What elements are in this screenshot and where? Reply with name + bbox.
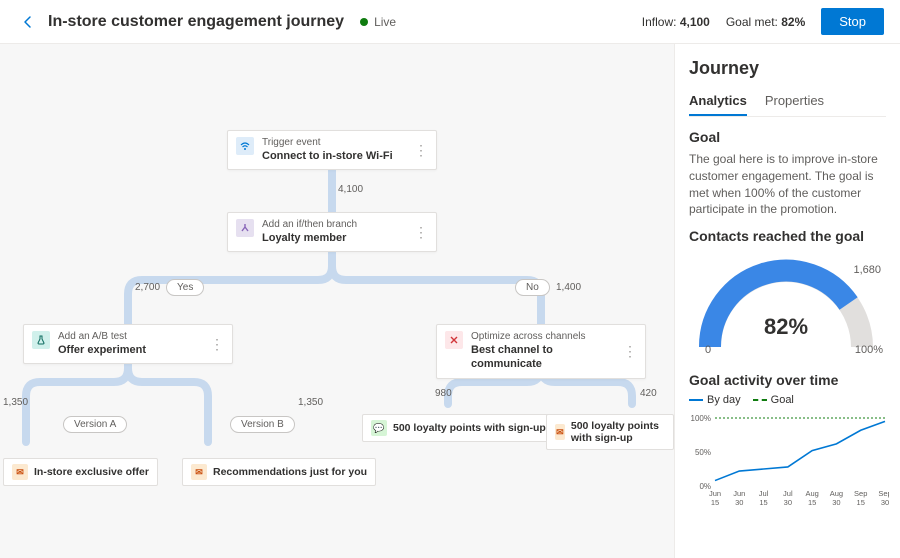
chart-legend: By day Goal xyxy=(689,394,886,406)
header-right: Inflow: 4,100 Goal met: 82% Stop xyxy=(642,8,884,35)
mail-icon: ✉ xyxy=(12,464,28,480)
side-panel: Journey Analytics Properties Goal The go… xyxy=(674,44,900,558)
wifi-icon xyxy=(236,137,254,155)
node-leaf-d[interactable]: ✉ 500 loyalty points with sign-up xyxy=(546,414,674,450)
node-leaf-b[interactable]: ✉ Recommendations just for you xyxy=(182,458,376,486)
main: Trigger eventConnect to in-store Wi-Fi ⋮… xyxy=(0,44,900,558)
svg-text:30: 30 xyxy=(784,498,792,507)
svg-text:30: 30 xyxy=(832,498,840,507)
tab-analytics[interactable]: Analytics xyxy=(689,87,747,116)
more-icon[interactable]: ⋮ xyxy=(623,344,637,358)
mail-icon: ✉ xyxy=(191,464,207,480)
gauge-max: 100% xyxy=(855,344,883,356)
count-yes: 2,700 xyxy=(135,282,160,293)
svg-text:Aug: Aug xyxy=(805,489,818,498)
gauge-percent: 82% xyxy=(689,314,883,340)
legend-swatch-goal xyxy=(753,399,767,401)
header-bar: In-store customer engagement journey Liv… xyxy=(0,0,900,44)
tabs: Analytics Properties xyxy=(689,87,886,117)
status-text: Live xyxy=(374,15,396,29)
tab-properties[interactable]: Properties xyxy=(765,87,824,116)
node-trigger[interactable]: Trigger eventConnect to in-store Wi-Fi ⋮ xyxy=(227,130,437,170)
status-badge: Live xyxy=(360,15,396,29)
pill-version-b: Version B xyxy=(230,416,295,433)
legend-swatch-byday xyxy=(689,399,703,401)
count-c1: 980 xyxy=(435,388,452,399)
svg-text:100%: 100% xyxy=(691,414,711,423)
node-ab-test[interactable]: Add an A/B testOffer experiment ⋮ xyxy=(23,324,233,364)
gauge-chart: 82% 0 100% 1,680 xyxy=(689,252,883,362)
line-chart: 0%50%100%Jun15Jun30Jul15Jul30Aug15Aug30S… xyxy=(689,412,889,512)
svg-text:Sep: Sep xyxy=(878,489,889,498)
gauge-value: 1,680 xyxy=(853,264,881,276)
flask-icon xyxy=(32,331,50,349)
svg-text:15: 15 xyxy=(808,498,816,507)
svg-text:Jun: Jun xyxy=(733,489,745,498)
node-optimize[interactable]: Optimize across channelsBest channel to … xyxy=(436,324,646,379)
optimize-icon xyxy=(445,331,463,349)
svg-text:Jun: Jun xyxy=(709,489,721,498)
pill-yes: Yes xyxy=(166,279,204,296)
svg-text:30: 30 xyxy=(735,498,743,507)
count-a: 1,350 xyxy=(3,397,28,408)
contacts-heading: Contacts reached the goal xyxy=(689,228,886,244)
goal-stat: Goal met: 82% xyxy=(726,15,805,29)
count-c2: 420 xyxy=(640,388,657,399)
goal-heading: Goal xyxy=(689,129,886,145)
count-trigger: 4,100 xyxy=(338,184,363,195)
svg-text:Sep: Sep xyxy=(854,489,867,498)
more-icon[interactable]: ⋮ xyxy=(414,225,428,239)
svg-text:15: 15 xyxy=(857,498,865,507)
node-leaf-c[interactable]: 💬 500 loyalty points with sign-up xyxy=(362,414,555,442)
svg-text:30: 30 xyxy=(881,498,889,507)
gauge-min: 0 xyxy=(705,344,711,356)
count-no: 1,400 xyxy=(556,282,581,293)
page-title: In-store customer engagement journey xyxy=(48,13,344,31)
arrow-left-icon xyxy=(20,14,36,30)
goal-description: The goal here is to improve in-store cus… xyxy=(689,151,886,218)
pill-no: No xyxy=(515,279,550,296)
back-button[interactable] xyxy=(16,10,40,34)
branch-icon xyxy=(236,219,254,237)
svg-text:15: 15 xyxy=(711,498,719,507)
status-dot-icon xyxy=(360,18,368,26)
node-branch[interactable]: Add an if/then branchLoyalty member ⋮ xyxy=(227,212,437,252)
pill-version-a: Version A xyxy=(63,416,127,433)
more-icon[interactable]: ⋮ xyxy=(210,337,224,351)
side-title: Journey xyxy=(689,58,886,79)
svg-text:50%: 50% xyxy=(695,448,711,457)
count-b: 1,350 xyxy=(298,397,323,408)
stop-button[interactable]: Stop xyxy=(821,8,884,35)
svg-text:Jul: Jul xyxy=(759,489,769,498)
mail-icon: ✉ xyxy=(555,424,565,440)
node-leaf-a[interactable]: ✉ In-store exclusive offer xyxy=(3,458,158,486)
svg-text:Jul: Jul xyxy=(783,489,793,498)
journey-canvas[interactable]: Trigger eventConnect to in-store Wi-Fi ⋮… xyxy=(0,44,674,558)
inflow-stat: Inflow: 4,100 xyxy=(642,15,710,29)
svg-text:15: 15 xyxy=(759,498,767,507)
chat-icon: 💬 xyxy=(371,420,387,436)
activity-heading: Goal activity over time xyxy=(689,372,886,388)
more-icon[interactable]: ⋮ xyxy=(414,143,428,157)
svg-text:Aug: Aug xyxy=(830,489,843,498)
